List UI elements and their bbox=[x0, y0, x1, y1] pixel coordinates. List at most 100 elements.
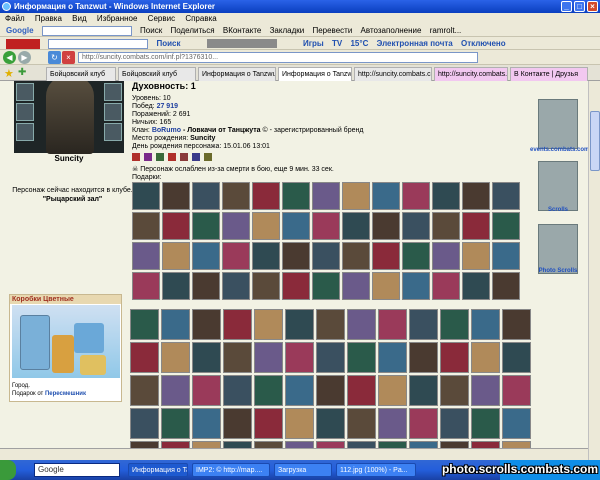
gift-item[interactable] bbox=[462, 272, 490, 300]
equipment-slot[interactable] bbox=[104, 83, 122, 101]
gift-item[interactable] bbox=[161, 342, 190, 373]
weather-link[interactable]: 15°C bbox=[350, 37, 368, 49]
events-link[interactable]: events.combats.com bbox=[530, 147, 588, 153]
gift-item[interactable] bbox=[378, 408, 407, 439]
gift-item[interactable] bbox=[492, 272, 520, 300]
equipment-slot[interactable] bbox=[16, 123, 34, 141]
photo-scrolls-link[interactable]: Photo Scrolls bbox=[530, 268, 586, 274]
gift-item[interactable] bbox=[316, 375, 345, 406]
gift-item[interactable] bbox=[492, 242, 520, 270]
gift-item[interactable] bbox=[432, 212, 460, 240]
badge-icon[interactable] bbox=[203, 153, 212, 161]
menu-view[interactable]: Вид bbox=[72, 14, 86, 23]
gift-item[interactable] bbox=[372, 272, 400, 300]
gift-item[interactable] bbox=[162, 242, 190, 270]
menu-tools[interactable]: Сервис bbox=[148, 14, 175, 23]
gift-item[interactable] bbox=[471, 342, 500, 373]
gift-item[interactable] bbox=[130, 309, 159, 340]
vertical-scrollbar[interactable] bbox=[588, 81, 600, 460]
tab-suncity-2[interactable]: http://suncity.combats.com... bbox=[434, 67, 508, 81]
gift-item[interactable] bbox=[222, 212, 250, 240]
gift-item[interactable] bbox=[223, 342, 252, 373]
gift-item[interactable] bbox=[285, 408, 314, 439]
gift-item[interactable] bbox=[222, 182, 250, 210]
photo-scrolls-banner[interactable] bbox=[538, 224, 578, 274]
gift-item[interactable] bbox=[254, 342, 283, 373]
scroll-thumb[interactable] bbox=[590, 111, 600, 171]
minimize-button[interactable]: _ bbox=[561, 1, 572, 12]
gift-item[interactable] bbox=[402, 182, 430, 210]
gift-item[interactable] bbox=[130, 375, 159, 406]
stop-icon[interactable]: × bbox=[62, 51, 75, 64]
gift-item[interactable] bbox=[440, 342, 469, 373]
gift-item[interactable] bbox=[130, 342, 159, 373]
gift-item[interactable] bbox=[316, 408, 345, 439]
badge-icon[interactable] bbox=[155, 153, 164, 161]
badge-icon[interactable] bbox=[167, 153, 176, 161]
gift-item[interactable] bbox=[132, 212, 160, 240]
gift-item[interactable] bbox=[347, 375, 376, 406]
task-paint[interactable]: 112.jpg (100%) - Pa... bbox=[336, 463, 416, 477]
gift-item[interactable] bbox=[312, 182, 340, 210]
start-button[interactable] bbox=[0, 460, 16, 480]
gift-item[interactable] bbox=[222, 242, 250, 270]
promo-from-link[interactable]: Пересмешник bbox=[45, 391, 86, 397]
gift-item[interactable] bbox=[378, 375, 407, 406]
account-button[interactable]: ramrolt... bbox=[430, 24, 462, 36]
gift-item[interactable] bbox=[312, 242, 340, 270]
gift-item[interactable] bbox=[402, 272, 430, 300]
gift-item[interactable] bbox=[223, 309, 252, 340]
gift-item[interactable] bbox=[192, 182, 220, 210]
tab-info-2-active[interactable]: Информация о Tanzwut bbox=[278, 67, 352, 81]
gift-item[interactable] bbox=[342, 182, 370, 210]
gift-item[interactable] bbox=[252, 212, 280, 240]
gift-item[interactable] bbox=[192, 242, 220, 270]
gift-item[interactable] bbox=[409, 408, 438, 439]
gift-item[interactable] bbox=[285, 309, 314, 340]
translate-button[interactable]: Перевести bbox=[312, 24, 352, 36]
equipment-slot[interactable] bbox=[104, 123, 122, 141]
gift-item[interactable] bbox=[342, 272, 370, 300]
gift-item[interactable] bbox=[492, 182, 520, 210]
gift-item[interactable] bbox=[502, 375, 531, 406]
gift-item[interactable] bbox=[432, 272, 460, 300]
gift-item[interactable] bbox=[462, 212, 490, 240]
tab-fight-club-1[interactable]: Бойцовский клуб bbox=[46, 67, 116, 81]
gift-item[interactable] bbox=[252, 182, 280, 210]
gift-item[interactable] bbox=[316, 342, 345, 373]
gift-item[interactable] bbox=[372, 212, 400, 240]
gift-item[interactable] bbox=[492, 212, 520, 240]
gift-item[interactable] bbox=[347, 342, 376, 373]
menu-favorites[interactable]: Избранное bbox=[97, 14, 138, 23]
equipment-slot[interactable] bbox=[16, 103, 34, 121]
task-imp2[interactable]: IMP2: © http://map.... bbox=[192, 463, 270, 477]
tab-suncity-1[interactable]: http://suncity.combats.com... bbox=[354, 67, 432, 81]
google-search-box[interactable] bbox=[41, 25, 132, 36]
back-button[interactable]: ◀ bbox=[3, 51, 16, 64]
taskbar-google-search[interactable]: Google bbox=[34, 463, 120, 477]
gift-item[interactable] bbox=[312, 212, 340, 240]
bookmarks-button[interactable]: Закладки bbox=[270, 24, 305, 36]
gift-item[interactable] bbox=[432, 242, 460, 270]
badge-icon[interactable] bbox=[191, 153, 200, 161]
disabled-link[interactable]: Отключено bbox=[461, 37, 506, 49]
games-link[interactable]: Игры bbox=[303, 37, 324, 49]
refresh-icon[interactable]: ↻ bbox=[48, 51, 61, 64]
gift-item[interactable] bbox=[132, 182, 160, 210]
gift-item[interactable] bbox=[192, 408, 221, 439]
gift-item[interactable] bbox=[502, 342, 531, 373]
share-button[interactable]: Поделиться bbox=[170, 24, 214, 36]
add-favorite-icon[interactable]: ✚ bbox=[18, 67, 26, 78]
gift-item[interactable] bbox=[192, 272, 220, 300]
gift-item[interactable] bbox=[254, 309, 283, 340]
gift-item[interactable] bbox=[372, 182, 400, 210]
gift-item[interactable] bbox=[130, 408, 159, 439]
scrolls-link[interactable]: Scrolls bbox=[530, 207, 586, 213]
gift-item[interactable] bbox=[378, 342, 407, 373]
gift-item[interactable] bbox=[432, 182, 460, 210]
gift-item[interactable] bbox=[372, 242, 400, 270]
badge-icon[interactable] bbox=[143, 153, 152, 161]
gift-item[interactable] bbox=[192, 212, 220, 240]
menu-help[interactable]: Справка bbox=[185, 14, 216, 23]
gift-item[interactable] bbox=[502, 408, 531, 439]
